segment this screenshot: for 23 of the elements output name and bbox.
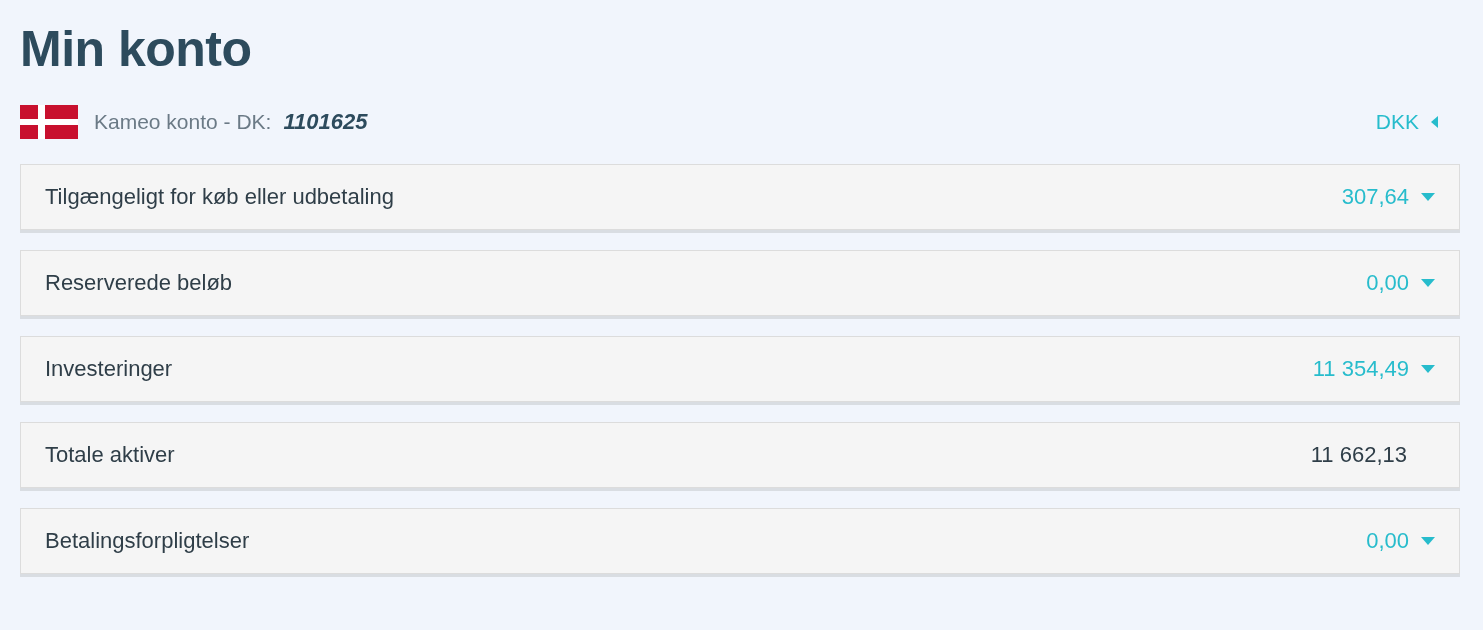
caret-icon[interactable] bbox=[1421, 365, 1435, 373]
balance-row[interactable]: Reserverede beløb 0,00 bbox=[20, 250, 1460, 316]
row-label: Tilgængeligt for køb eller udbetaling bbox=[45, 184, 394, 210]
row-value: 307,64 bbox=[1341, 184, 1409, 210]
account-label: Kameo konto - DK: bbox=[94, 110, 272, 134]
row-value: 11 662,13 bbox=[1310, 442, 1407, 468]
balance-row[interactable]: Tilgængeligt for køb eller udbetaling 307,64 bbox=[20, 164, 1460, 230]
row-label: Betalingsforpligtelser bbox=[45, 528, 250, 554]
row-value: 0,00 bbox=[1366, 528, 1409, 554]
caret-icon[interactable] bbox=[1421, 537, 1435, 545]
caret-icon[interactable] bbox=[1421, 193, 1435, 201]
caret-icon[interactable] bbox=[1421, 279, 1435, 287]
balance-row[interactable]: Investeringer 11 354,49 bbox=[20, 336, 1460, 402]
caret-icon[interactable] bbox=[1431, 116, 1438, 128]
row-value: 11 354,49 bbox=[1312, 356, 1409, 382]
row-label: Totale aktiver bbox=[45, 442, 175, 468]
account-number: 1101625 bbox=[283, 109, 368, 135]
balance-row[interactable]: Betalingsforpligtelser 0,00 bbox=[20, 508, 1460, 574]
row-label: Investeringer bbox=[45, 356, 173, 382]
row-value: 0,00 bbox=[1366, 270, 1409, 296]
flag-icon bbox=[20, 105, 78, 139]
row-label: Reserverede beløb bbox=[45, 270, 233, 296]
page-title: Min konto bbox=[20, 20, 253, 79]
